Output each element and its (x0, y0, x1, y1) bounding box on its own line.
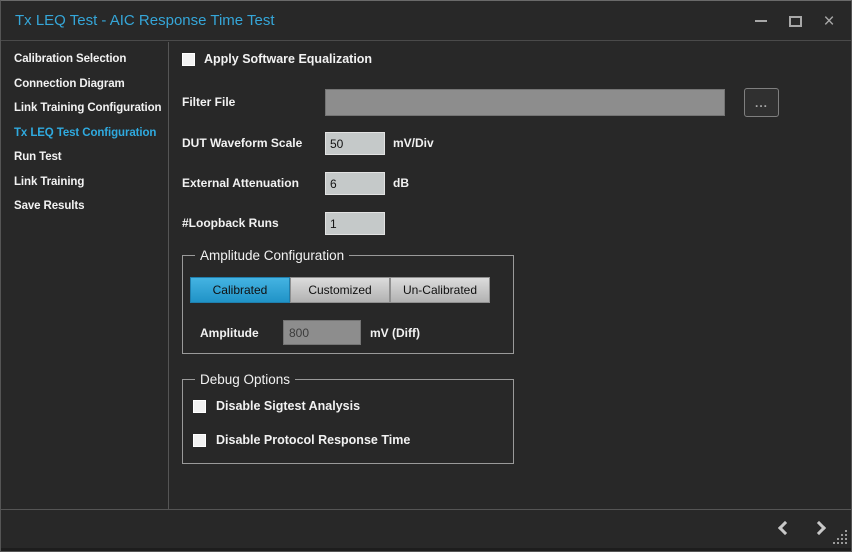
amplitude-configuration-title: Amplitude Configuration (195, 248, 349, 263)
browse-button[interactable]: ... (744, 88, 779, 117)
main-panel: Apply Software Equalization Filter File … (170, 42, 851, 509)
disable-sigtest-analysis-label: Disable Sigtest Analysis (216, 399, 360, 413)
sidebar-nav: Calibration Selection Connection Diagram… (1, 42, 169, 509)
resize-grip-icon[interactable] (833, 530, 849, 546)
window-controls: × (751, 1, 839, 41)
apply-software-equalization-label: Apply Software Equalization (204, 52, 372, 66)
sidebar-item-connection-diagram[interactable]: Connection Diagram (1, 72, 168, 97)
amplitude-mode-buttons: Calibrated Customized Un-Calibrated (190, 277, 513, 303)
sidebar-item-save-results[interactable]: Save Results (1, 194, 168, 219)
dut-waveform-scale-label: DUT Waveform Scale (182, 132, 302, 155)
amplitude-row: Amplitude mV (Diff) (190, 320, 513, 345)
dut-waveform-scale-unit: mV/Div (393, 132, 434, 155)
sidebar-item-calibration-selection[interactable]: Calibration Selection (1, 47, 168, 72)
external-attenuation-label: External Attenuation (182, 172, 299, 195)
disable-protocol-response-time-row: Disable Protocol Response Time (193, 433, 513, 447)
debug-options-group: Debug Options Disable Sigtest Analysis D… (182, 372, 514, 464)
dialog-window: Tx LEQ Test - AIC Response Time Test × C… (0, 0, 852, 552)
loopback-runs-input[interactable] (325, 212, 385, 235)
footer-bar (1, 509, 851, 551)
previous-page-button[interactable] (775, 520, 793, 538)
filter-file-input[interactable] (325, 89, 725, 116)
disable-sigtest-analysis-row: Disable Sigtest Analysis (193, 399, 513, 413)
amplitude-input[interactable] (283, 320, 361, 345)
loopback-runs-label: #Loopback Runs (182, 212, 279, 235)
chevron-left-icon (778, 521, 792, 535)
amplitude-unit: mV (Diff) (370, 326, 420, 340)
apply-software-equalization-row: Apply Software Equalization (182, 52, 372, 66)
sidebar-item-link-training-configuration[interactable]: Link Training Configuration (1, 96, 168, 121)
external-attenuation-unit: dB (393, 172, 409, 195)
title-bar: Tx LEQ Test - AIC Response Time Test × (1, 1, 851, 41)
maximize-button[interactable] (785, 11, 805, 31)
external-attenuation-input[interactable] (325, 172, 385, 195)
debug-options-title: Debug Options (195, 372, 295, 387)
amplitude-label: Amplitude (190, 326, 283, 340)
sidebar-item-run-test[interactable]: Run Test (1, 145, 168, 170)
dut-waveform-scale-input[interactable] (325, 132, 385, 155)
sidebar-item-tx-leq-test-configuration[interactable]: Tx LEQ Test Configuration (1, 121, 168, 146)
minimize-icon (755, 20, 767, 22)
amplitude-configuration-group: Amplitude Configuration Calibrated Custo… (182, 248, 514, 354)
chevron-right-icon (812, 521, 826, 535)
disable-protocol-response-time-checkbox[interactable] (193, 434, 206, 447)
disable-sigtest-analysis-checkbox[interactable] (193, 400, 206, 413)
minimize-button[interactable] (751, 11, 771, 31)
page-navigation (775, 520, 827, 538)
filter-file-label: Filter File (182, 89, 235, 116)
calibrated-button[interactable]: Calibrated (190, 277, 290, 303)
next-page-button[interactable] (809, 520, 827, 538)
close-icon: × (823, 12, 834, 31)
sidebar-item-link-training[interactable]: Link Training (1, 170, 168, 195)
maximize-icon (789, 16, 802, 27)
customized-button[interactable]: Customized (290, 277, 390, 303)
apply-software-equalization-checkbox[interactable] (182, 53, 195, 66)
un-calibrated-button[interactable]: Un-Calibrated (390, 277, 490, 303)
window-title: Tx LEQ Test - AIC Response Time Test (15, 1, 275, 41)
disable-protocol-response-time-label: Disable Protocol Response Time (216, 433, 410, 447)
close-button[interactable]: × (819, 11, 839, 31)
